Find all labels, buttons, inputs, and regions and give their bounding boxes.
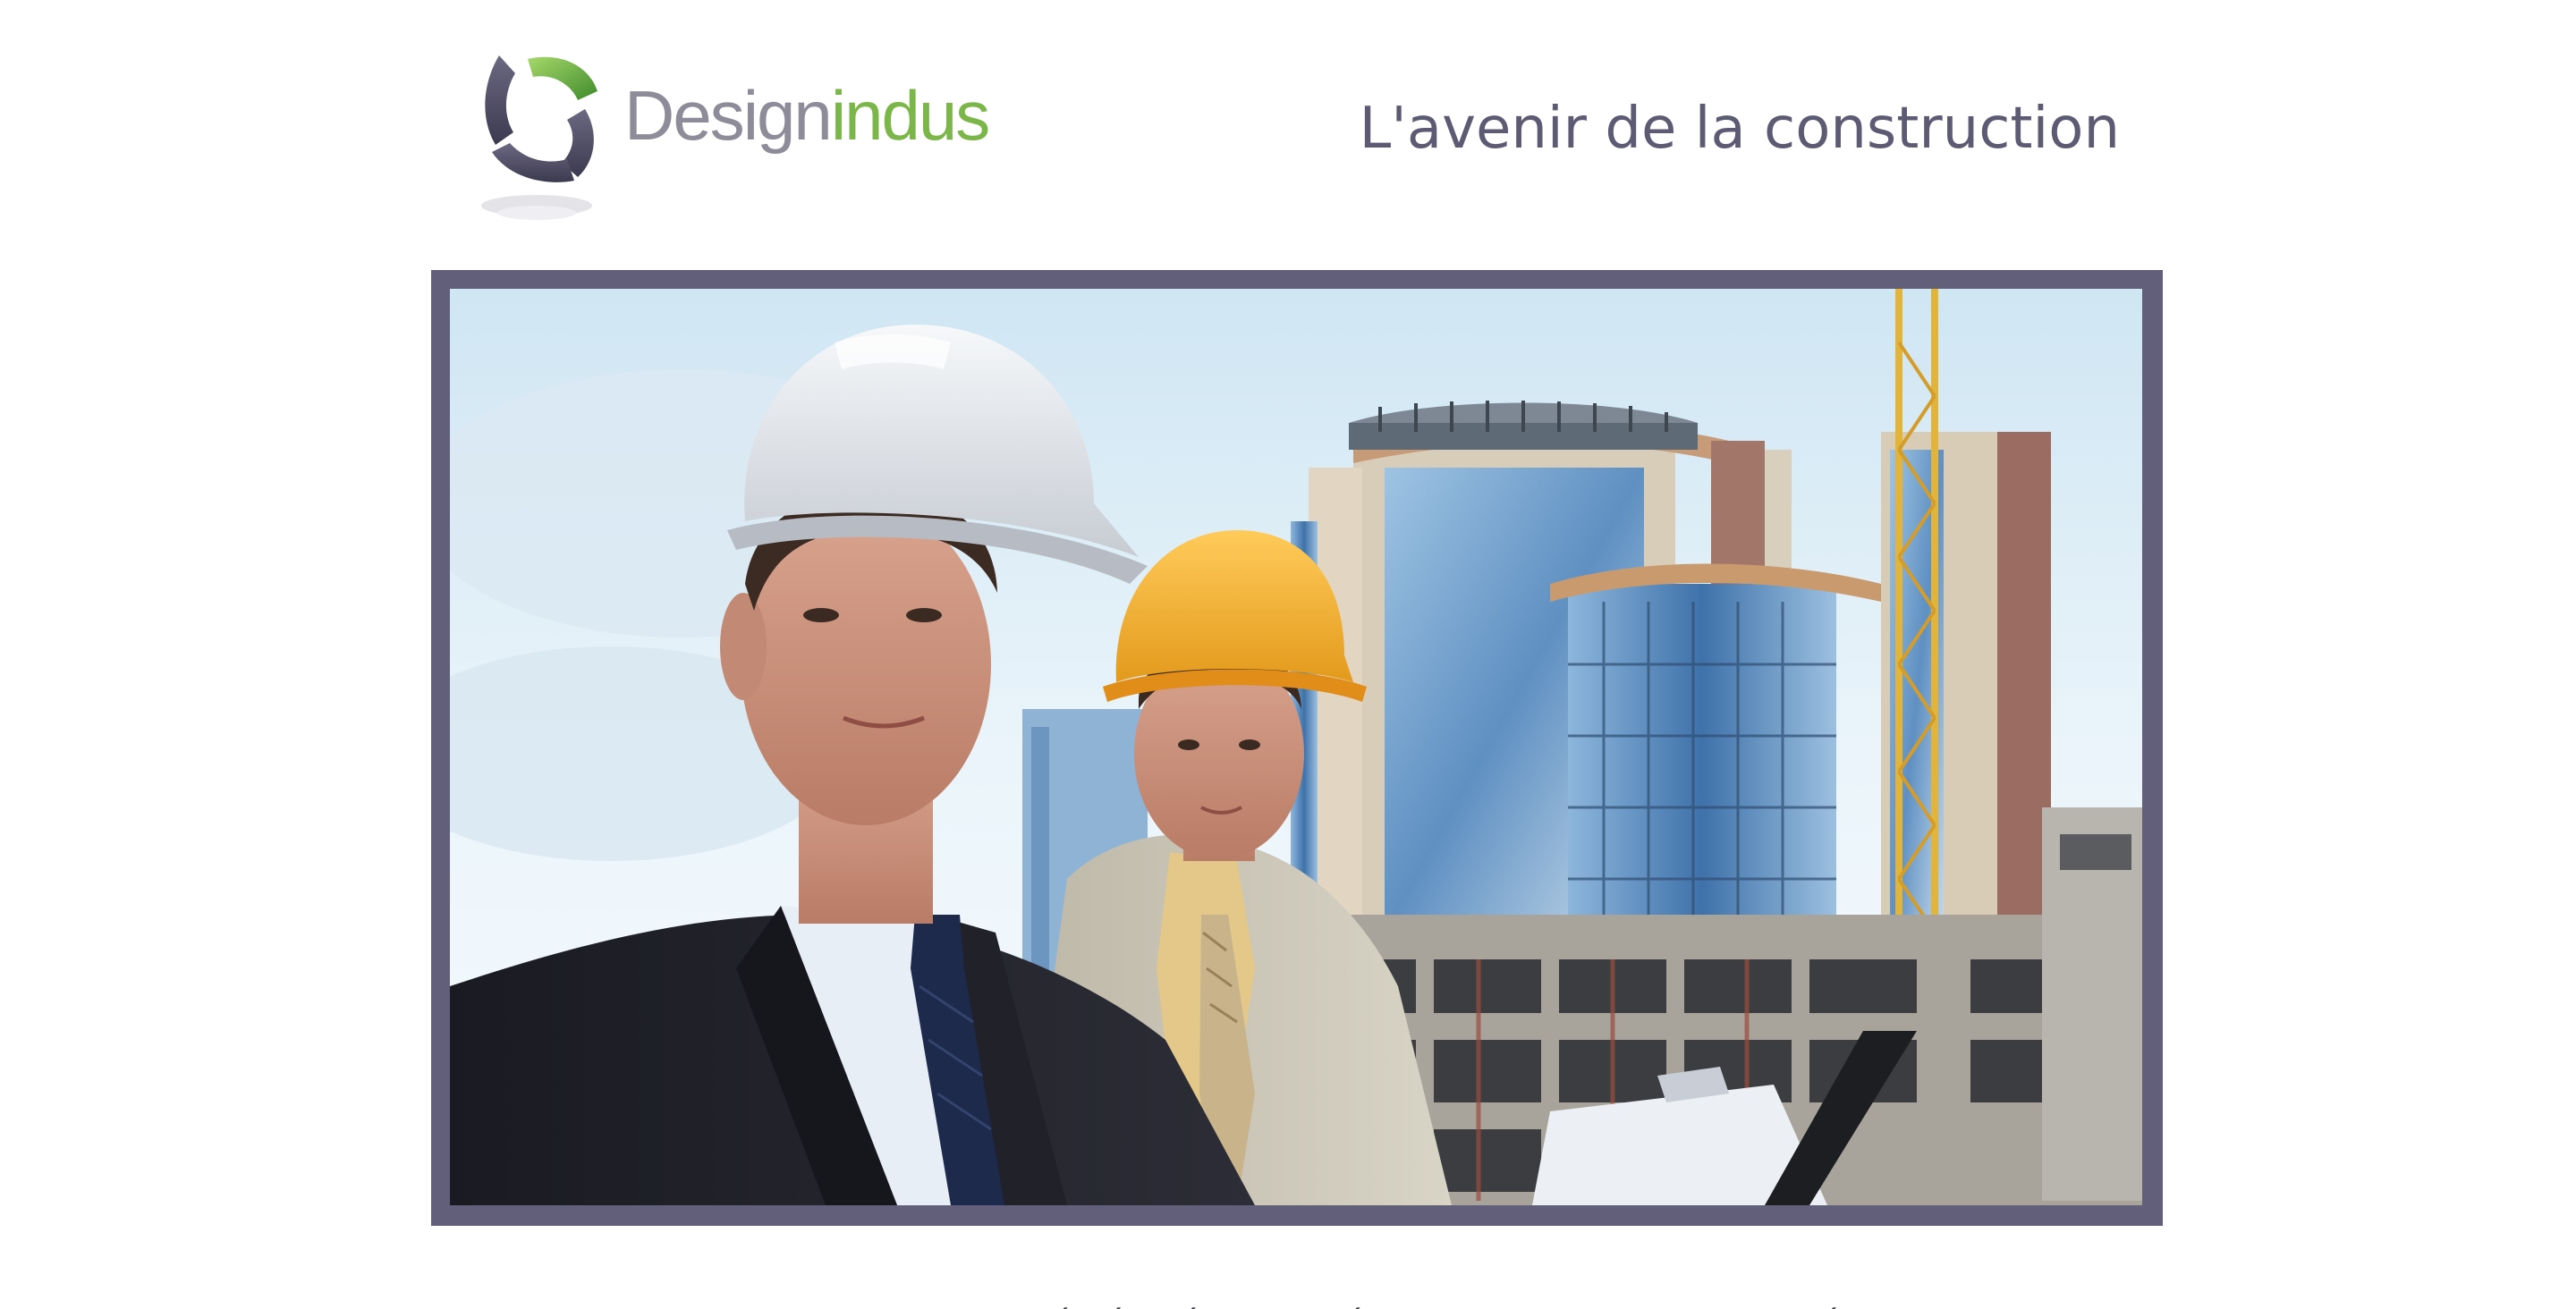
logo-mark-icon [474,46,608,225]
construction-engineers-photo-icon [450,289,2142,1205]
logo-wordmark: Designindus [624,80,990,150]
logo-text-design: Design [624,76,833,155]
site-logo[interactable]: Designindus [474,46,990,225]
hero-frame [431,270,2163,1226]
page-tagline: L'avenir de la construction [1359,96,2120,162]
page: Designindus L'avenir de la construction [0,0,2576,1309]
logo-text-indus: indus [830,76,990,155]
intro-paragraph: Le design industriel est une activité gé… [465,1298,2129,1309]
